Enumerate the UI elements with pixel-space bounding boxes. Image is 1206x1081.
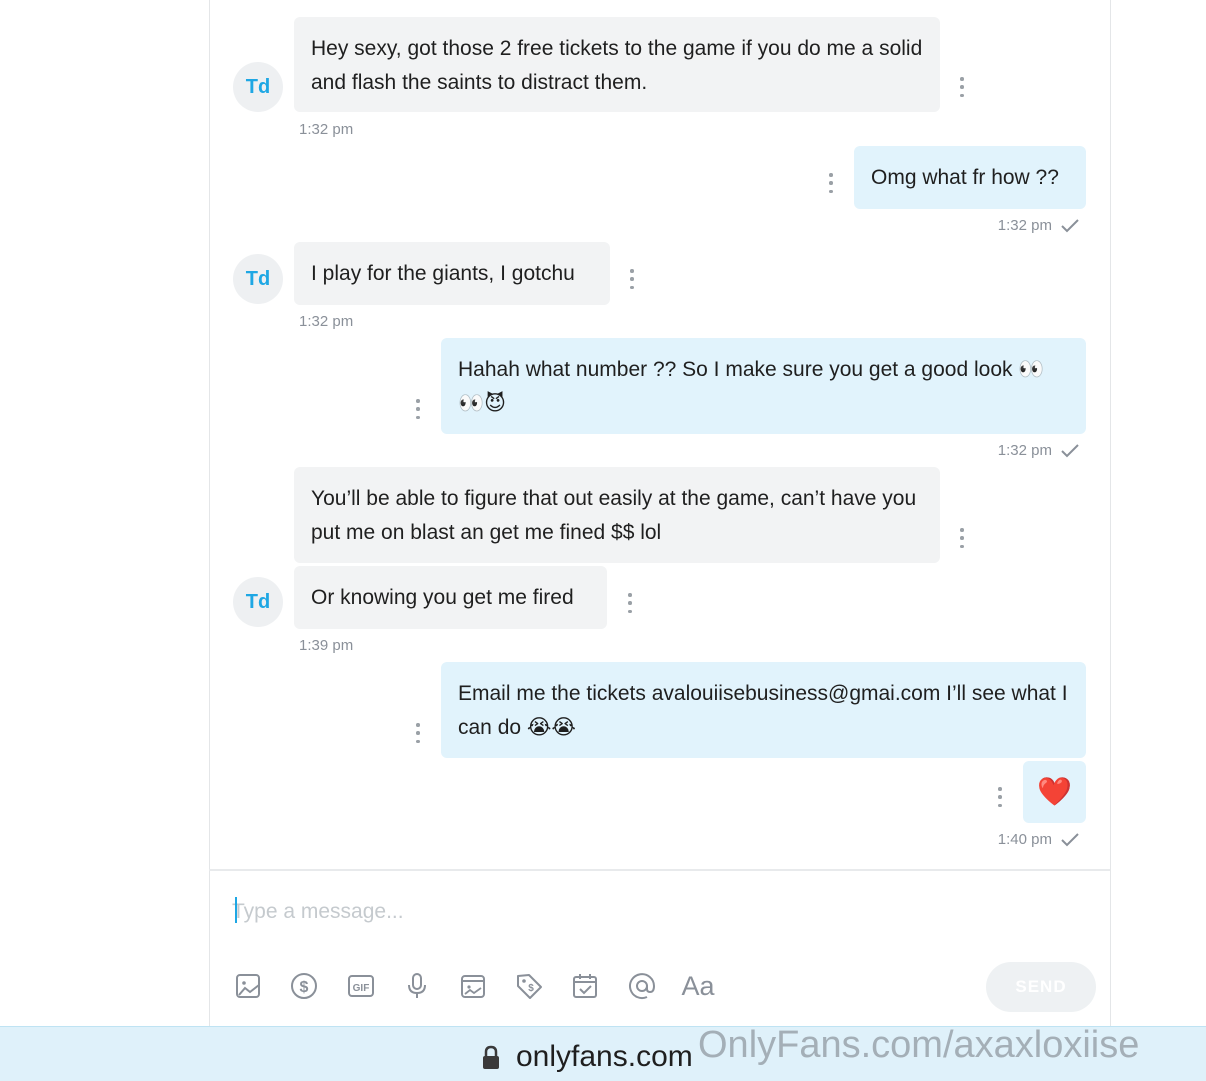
message-options-icon[interactable] [828,173,834,193]
price-tag-icon[interactable]: $ [511,968,547,1004]
message-timestamp: 1:39 pm [299,637,354,654]
svg-text:GIF: GIF [353,983,370,994]
text-cursor [235,897,237,923]
message-options-icon[interactable] [415,399,421,419]
schedule-calendar-icon[interactable] [567,968,603,1004]
svg-text:$: $ [300,979,309,996]
message-options-icon[interactable] [627,593,633,613]
message-bubble-incoming[interactable]: Hey sexy, got those 2 free tickets to th… [294,17,940,112]
timestamp-text: 1:32 pm [997,217,1052,234]
message-timestamp: 1:32 pm [299,313,354,330]
text-format-button[interactable]: Aa [678,968,718,1004]
message-input[interactable] [232,892,972,932]
message-bubble-outgoing[interactable]: Hahah what number ?? So I make sure you … [441,338,1086,434]
avatar[interactable]: Td [233,577,283,627]
watermark-text: OnlyFans.com/axaxloxiise [698,1024,1140,1066]
message-timestamp: 1:32 pm [960,442,1080,459]
vault-media-icon[interactable] [455,968,491,1004]
message-bubble-outgoing[interactable]: ❤️ [1023,761,1086,823]
svg-text:$: $ [528,983,534,994]
gif-icon[interactable]: GIF [343,968,379,1004]
message-bubble-incoming[interactable]: You’ll be able to figure that out easily… [294,467,940,563]
message-bubble-outgoing[interactable]: Email me the tickets avalouiisebusiness@… [441,662,1086,758]
message-timestamp: 1:32 pm [960,217,1080,234]
microphone-icon[interactable] [399,968,435,1004]
timestamp-text: 1:32 pm [997,442,1052,459]
image-icon[interactable] [230,968,266,1004]
url-text[interactable]: onlyfans.com [516,1040,693,1074]
send-button[interactable]: SEND [986,962,1096,1012]
read-check-icon [1061,219,1079,233]
message-timestamp: 1:32 pm [299,121,354,138]
tip-dollar-icon[interactable]: $ [286,968,322,1004]
message-bubble-incoming[interactable]: I play for the giants, I gotchu [294,242,610,305]
read-check-icon [1061,833,1079,847]
message-bubble-incoming[interactable]: Or knowing you get me fired [294,566,607,629]
message-bubble-outgoing[interactable]: Omg what fr how ?? [854,146,1086,209]
mention-at-icon[interactable] [624,968,660,1004]
message-options-icon[interactable] [959,77,965,97]
message-options-icon[interactable] [959,528,965,548]
read-check-icon [1061,444,1079,458]
avatar[interactable]: Td [233,254,283,304]
lock-icon [483,1045,499,1069]
message-options-icon[interactable] [629,269,635,289]
timestamp-text: 1:40 pm [997,831,1052,848]
avatar[interactable]: Td [233,62,283,112]
message-options-icon[interactable] [997,787,1003,807]
composer-divider [209,869,1110,871]
message-options-icon[interactable] [415,723,421,743]
message-timestamp: 1:40 pm [960,831,1080,848]
